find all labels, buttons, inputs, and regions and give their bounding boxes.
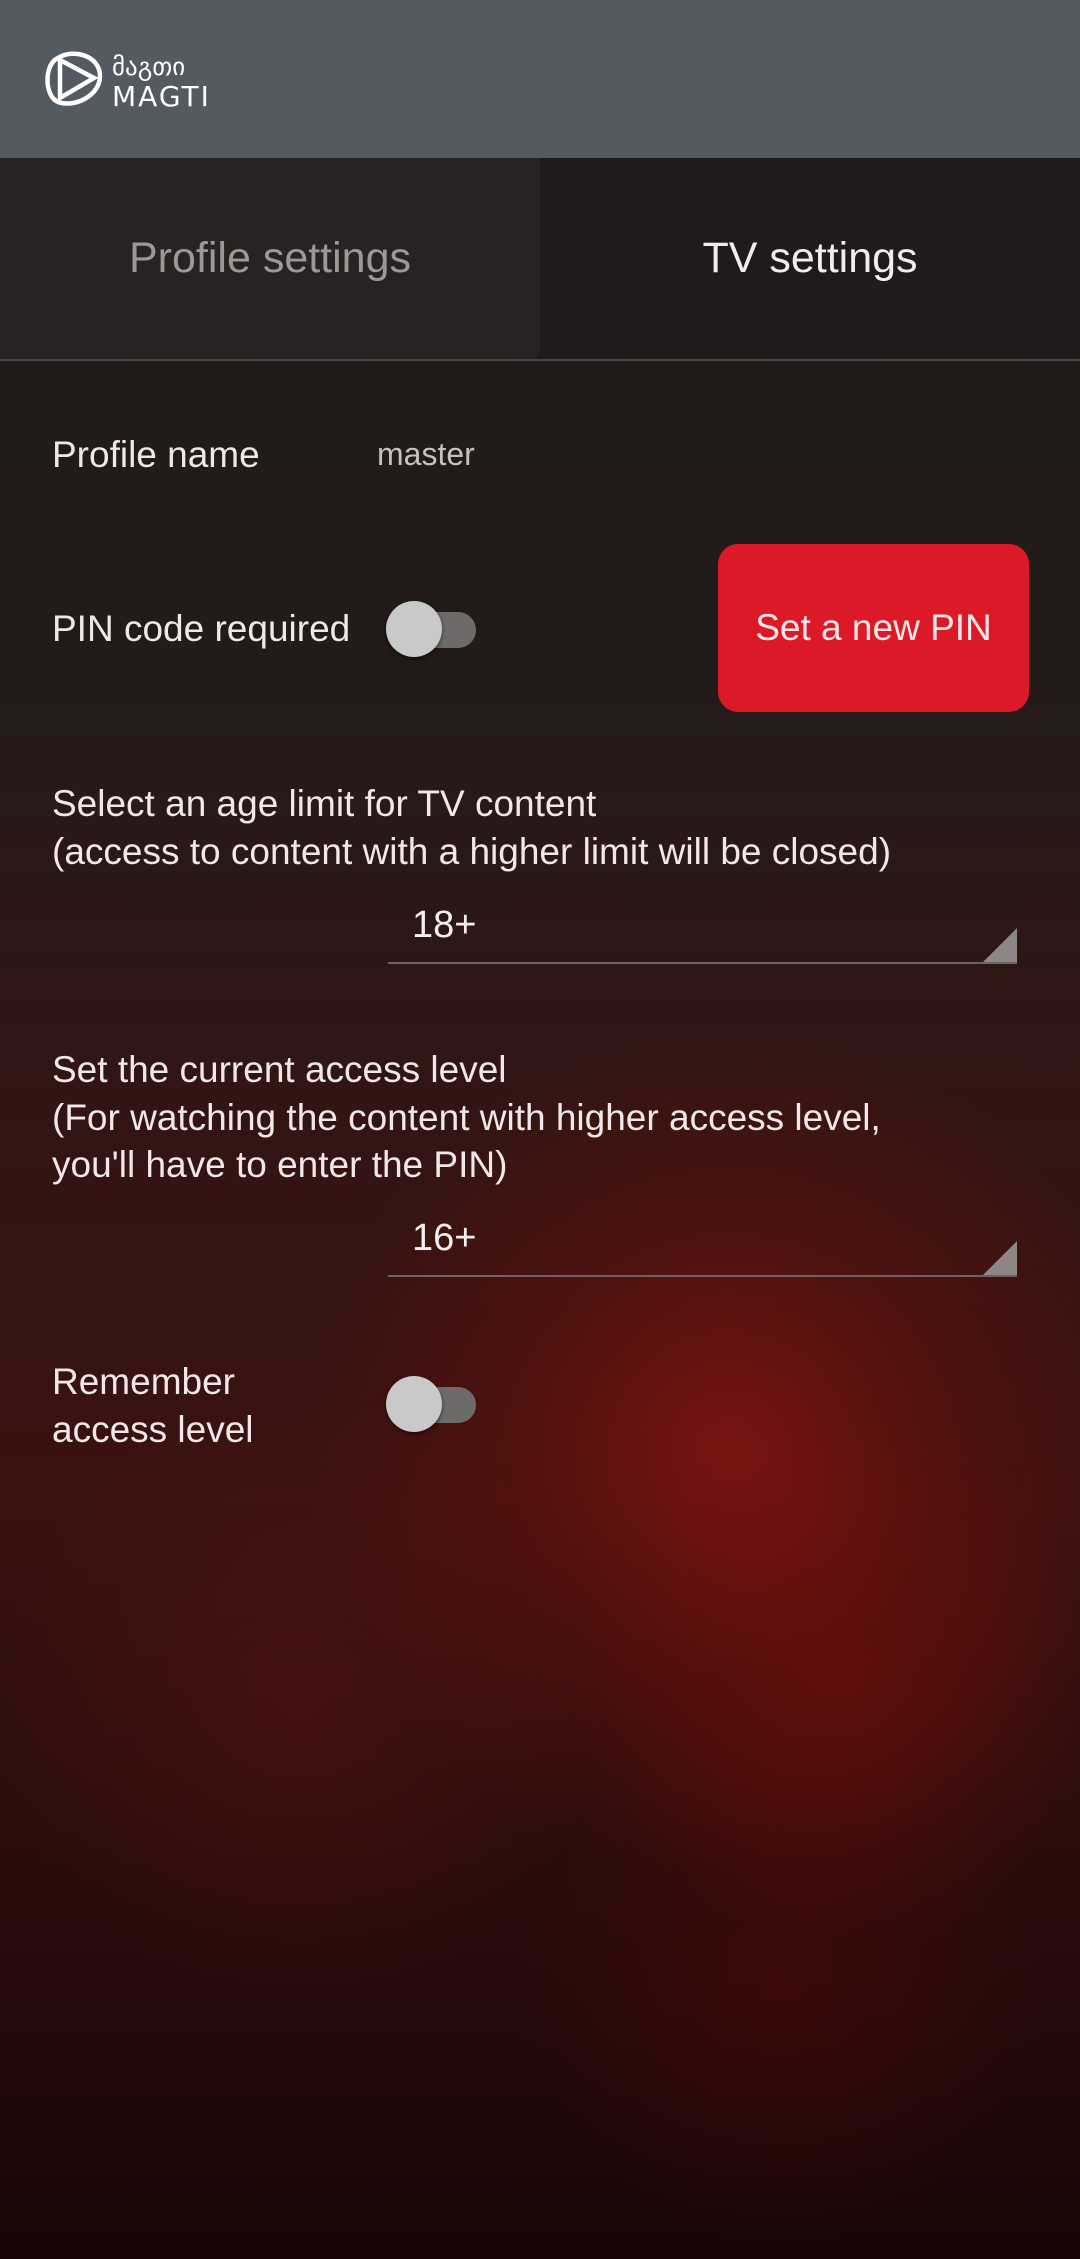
pin-required-toggle[interactable] bbox=[386, 601, 478, 657]
dropdown-arrow-icon bbox=[983, 928, 1017, 962]
dropdown-arrow-icon bbox=[983, 1241, 1017, 1275]
set-new-pin-button[interactable]: Set a new PIN bbox=[718, 544, 1029, 712]
toggle-knob bbox=[386, 1376, 442, 1432]
profile-name-label: Profile name bbox=[52, 434, 260, 475]
svg-text:მაგთი: მაგთი bbox=[112, 52, 185, 81]
tab-profile-settings[interactable]: Profile settings bbox=[0, 158, 540, 359]
magti-logo: მაგთი MAGTI bbox=[45, 51, 211, 110]
remember-label-line1: Remember bbox=[52, 1361, 235, 1402]
settings-tabs: Profile settings TV settings bbox=[0, 158, 1080, 361]
access-level-label-line3: you'll have to enter the PIN) bbox=[52, 1144, 508, 1185]
svg-text:MAGTI: MAGTI bbox=[112, 80, 211, 110]
access-level-label-line2: (For watching the content with higher ac… bbox=[52, 1097, 881, 1138]
pin-required-label: PIN code required bbox=[52, 608, 351, 649]
profile-name-value: master bbox=[377, 436, 475, 472]
tab-tv-settings[interactable]: TV settings bbox=[540, 158, 1080, 359]
access-level-dropdown[interactable]: 16+ bbox=[388, 1217, 1017, 1277]
age-limit-dropdown[interactable]: 18+ bbox=[388, 904, 1017, 964]
button-label: Set a new PIN bbox=[755, 607, 992, 648]
access-level-label-line1: Set the current access level bbox=[52, 1049, 507, 1090]
tab-label: Profile settings bbox=[128, 234, 412, 282]
app-header: მაგთი MAGTI bbox=[0, 0, 1080, 158]
remember-label-line2: access level bbox=[52, 1409, 254, 1450]
age-limit-label-line1: Select an age limit for TV content bbox=[52, 783, 597, 824]
age-limit-label-line2: (access to content with a higher limit w… bbox=[52, 831, 892, 872]
remember-access-level-toggle[interactable] bbox=[386, 1376, 478, 1432]
dropdown-value: 16+ bbox=[412, 1217, 477, 1259]
tab-label: TV settings bbox=[702, 234, 918, 282]
dropdown-value: 18+ bbox=[412, 904, 477, 946]
toggle-knob bbox=[386, 601, 442, 657]
